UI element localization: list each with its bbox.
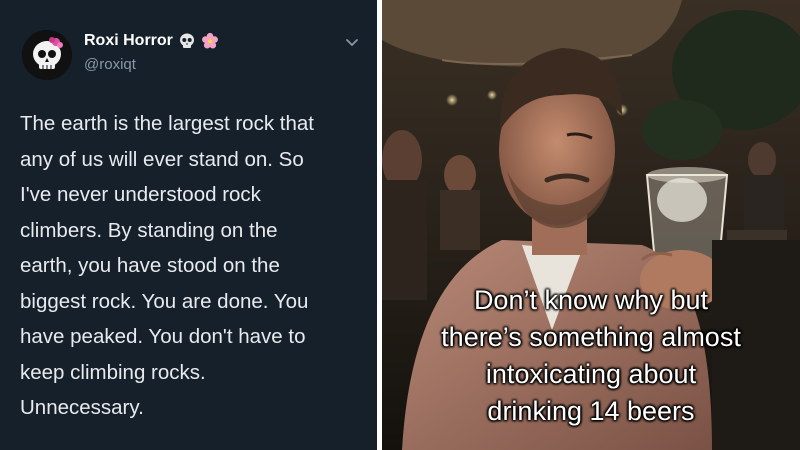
user-handle[interactable]: @roxiqt [84,56,136,73]
caption-line: intoxicating about [485,359,697,389]
tweet-screenshot: Roxi Horror @roxiqt The earth is the lar… [0,0,377,450]
tweet-text: The earth is the largest rock that any o… [20,106,365,426]
tweet-line: climbers. By standing on the [20,218,278,242]
tweet-line: any of us will ever stand on. So [20,147,304,171]
photo-caption: Don’t know why but there’s something alm… [382,282,800,430]
display-name-text: Roxi Horror [84,32,173,49]
tweet-line: keep climbing rocks. [20,360,206,384]
tweet-line: I've never understood rock [20,183,261,206]
cherry-blossom-emoji-icon [201,32,219,50]
skull-avatar-icon [22,30,72,80]
avatar[interactable] [22,30,72,80]
tweet-line: biggest rock. You are done. You [20,289,309,313]
photo-panel: Don’t know why but there’s something alm… [382,0,800,450]
chevron-down-icon[interactable] [342,32,362,52]
caption-line: drinking 14 beers [487,396,695,426]
tweet-line: Unnecessary. [20,396,144,419]
tweet-line: earth, you have stood on the [20,254,280,277]
tweet-line: The earth is the largest rock that [20,112,314,135]
display-name[interactable]: Roxi Horror [84,32,219,50]
tweet-header: Roxi Horror @roxiqt [22,26,362,82]
skull-emoji-icon [178,32,196,50]
caption-line: Don’t know why but [473,285,709,315]
caption-line: there’s something almost [441,322,741,352]
tweet-line: have peaked. You don't have to [20,325,306,348]
